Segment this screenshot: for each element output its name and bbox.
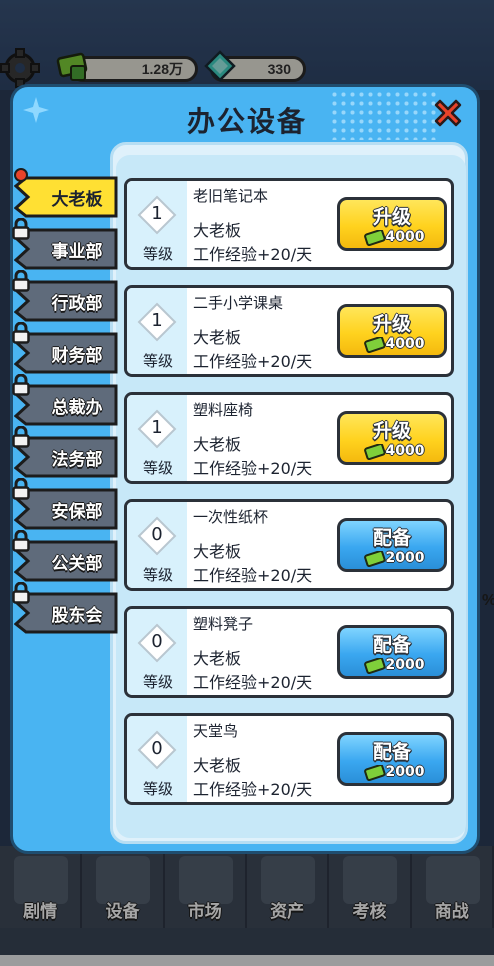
lock-icon [12,374,30,396]
equipment-card: 1 等级 二手小学课桌 大老板 工作经验+20/天 升级 4000 [124,285,454,377]
item-owner: 大老板 [193,542,242,561]
equipment-card: 0 等级 塑料凳子 大老板 工作经验+20/天 配备 2000 [124,606,454,698]
upgrade-button[interactable]: 升级 4000 [337,411,447,465]
upgrade-button[interactable]: 升级 4000 [337,197,447,251]
item-owner: 大老板 [193,649,242,668]
equip-button[interactable]: 配备 2000 [337,732,447,786]
tab-label: 公关部 [51,554,103,574]
item-owner: 大老板 [193,756,242,775]
lock-icon [12,582,30,604]
level-label: 等级 [142,566,173,584]
lock-icon [12,426,30,448]
modal-title: 办公设备 [186,105,307,138]
lock-icon [12,270,30,292]
item-owner: 大老板 [193,328,242,347]
tab-label: 大老板 [51,190,103,210]
level-label: 等级 [142,780,173,798]
button-cost: 4000 [385,229,425,245]
item-exp-bonus: 工作经验+20/天 [193,245,313,264]
level-label: 等级 [142,459,173,477]
item-exp-bonus: 工作经验+20/天 [193,459,313,478]
level-label: 等级 [142,352,173,370]
tab-finance-dept[interactable]: 财务部 [12,322,118,374]
button-cost: 2000 [385,764,425,780]
equip-button[interactable]: 配备 2000 [337,518,447,572]
notification-dot [14,168,28,182]
level-value: 0 [151,631,163,652]
item-exp-bonus: 工作经验+20/天 [193,352,313,371]
item-name: 塑料凳子 [193,615,254,633]
tab-ceo-office[interactable]: 总裁办 [12,374,118,426]
tab-business-dept[interactable]: 事业部 [12,218,118,270]
button-label: 配备 [372,741,411,763]
level-label: 等级 [142,673,173,691]
item-name: 天堂鸟 [193,722,239,740]
item-exp-bonus: 工作经验+20/天 [193,780,313,799]
tab-label: 安保部 [51,502,103,522]
tab-label: 股东会 [51,606,103,626]
button-label: 升级 [372,420,411,442]
item-owner: 大老板 [193,221,242,240]
equip-button[interactable]: 配备 2000 [337,625,447,679]
close-icon[interactable] [430,95,466,131]
lock-icon [12,530,30,552]
item-name: 老旧笔记本 [193,187,269,205]
tab-legal-dept[interactable]: 法务部 [12,426,118,478]
button-cost: 4000 [385,443,425,459]
level-value: 1 [151,203,163,224]
tab-security-dept[interactable]: 安保部 [12,478,118,530]
button-label: 升级 [372,313,411,335]
equipment-card: 0 等级 天堂鸟 大老板 工作经验+20/天 配备 2000 [124,713,454,805]
equipment-card: 1 等级 塑料座椅 大老板 工作经验+20/天 升级 4000 [124,392,454,484]
level-label: 等级 [142,245,173,263]
tab-label: 事业部 [51,242,103,262]
level-value: 0 [151,738,163,759]
tab-shareholders[interactable]: 股东会 [12,582,118,634]
item-exp-bonus: 工作经验+20/天 [193,566,313,585]
button-label: 升级 [372,206,411,228]
button-cost: 2000 [385,550,425,566]
item-name: 一次性纸杯 [193,508,269,526]
button-label: 配备 [372,634,411,656]
equipment-card: 1 等级 老旧笔记本 大老板 工作经验+20/天 升级 4000 [124,178,454,270]
lock-icon [12,218,30,240]
tab-label: 行政部 [51,294,103,314]
tab-label: 总裁办 [51,398,103,418]
level-value: 1 [151,417,163,438]
upgrade-button[interactable]: 升级 4000 [337,304,447,358]
level-value: 0 [151,524,163,545]
equipment-card: 0 等级 一次性纸杯 大老板 工作经验+20/天 配备 2000 [124,499,454,591]
tab-admin-dept[interactable]: 行政部 [12,270,118,322]
button-cost: 2000 [385,657,425,673]
lock-icon [12,478,30,500]
lock-icon [12,322,30,344]
tab-pr-dept[interactable]: 公关部 [12,530,118,582]
item-name: 二手小学课桌 [193,294,284,312]
tab-label: 法务部 [51,450,103,470]
button-label: 配备 [372,527,411,549]
item-owner: 大老板 [193,435,242,454]
tab-label: 财务部 [51,346,103,366]
button-cost: 4000 [385,336,425,352]
item-exp-bonus: 工作经验+20/天 [193,673,313,692]
tab-big-boss[interactable]: 大老板 [14,168,118,218]
item-name: 塑料座椅 [193,401,254,419]
level-value: 1 [151,310,163,331]
